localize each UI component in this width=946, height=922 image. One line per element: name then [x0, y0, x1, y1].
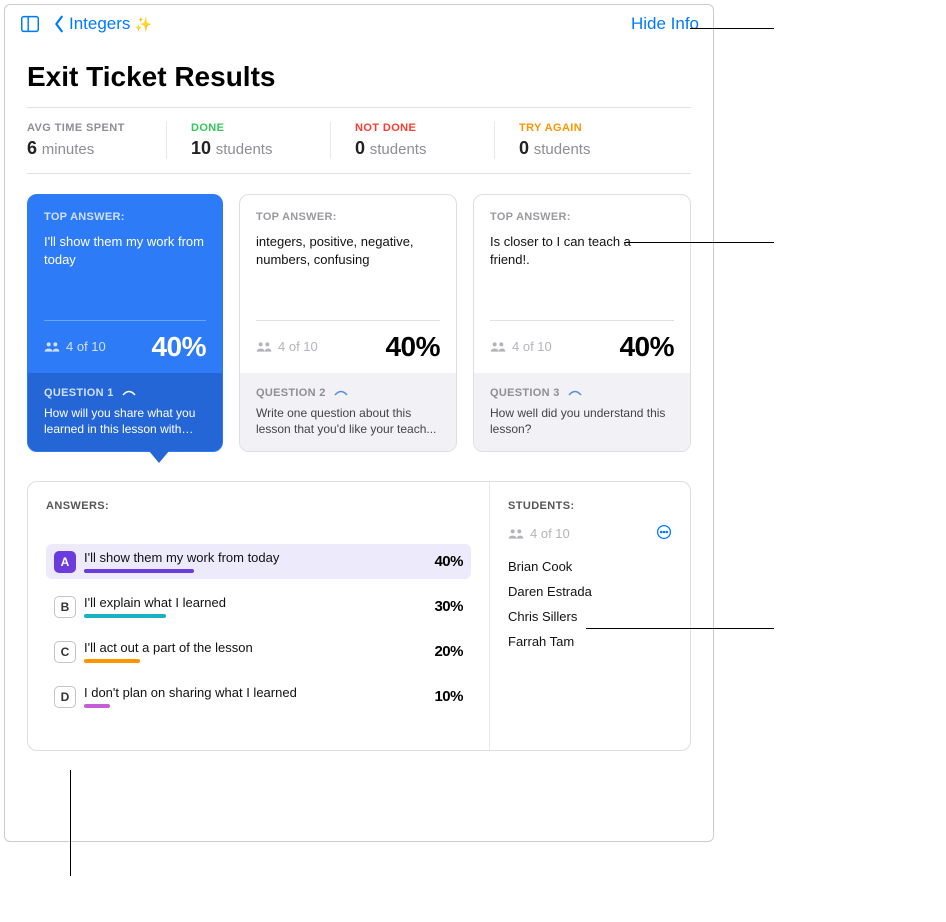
- people-icon: [508, 528, 524, 540]
- option-bar: [84, 614, 166, 618]
- collapse-arc-icon: [568, 390, 582, 396]
- option-pct: 40%: [434, 553, 463, 570]
- back-button[interactable]: Integers ✨: [53, 14, 152, 34]
- question-text: Write one question about this lesson tha…: [256, 405, 440, 437]
- question-label: QUESTION 2: [256, 387, 326, 399]
- question-card-wrapper: TOP ANSWER: I'll show them my work from …: [27, 194, 223, 463]
- student-row[interactable]: Brian Cook: [508, 559, 672, 574]
- count-text: 4 of 10: [278, 339, 318, 354]
- metric-label: TRY AGAIN: [519, 122, 635, 134]
- option-bar: [84, 704, 110, 708]
- option-label: I'll show them my work from today: [84, 550, 426, 565]
- details-panel: ANSWERS: A I'll show them my work from t…: [27, 481, 691, 751]
- option-badge: B: [54, 596, 76, 618]
- count-text: 4 of 10: [530, 526, 570, 541]
- percentage: 40%: [619, 331, 674, 363]
- students-header: STUDENTS:: [508, 500, 672, 512]
- option-bar: [84, 659, 140, 663]
- annotation-line: [690, 28, 774, 29]
- student-row[interactable]: Farrah Tam: [508, 634, 672, 649]
- hide-info-button[interactable]: Hide Info: [631, 14, 699, 34]
- option-badge: D: [54, 686, 76, 708]
- student-row[interactable]: Chris Sillers: [508, 609, 672, 624]
- count-text: 4 of 10: [66, 339, 106, 354]
- nav-left: Integers ✨: [19, 13, 152, 35]
- metric-not-done: NOT DONE 0 students: [355, 122, 495, 159]
- percentage: 40%: [385, 331, 440, 363]
- count-text: 4 of 10: [512, 339, 552, 354]
- sidebar-toggle-icon[interactable]: [19, 13, 41, 35]
- collapse-arc-icon: [334, 390, 348, 396]
- top-answer-text: Is closer to I can teach a friend!.: [490, 233, 674, 268]
- metric-label: AVG TIME SPENT: [27, 122, 142, 134]
- top-answer-text: integers, positive, negative, numbers, c…: [256, 233, 440, 268]
- option-label: I'll explain what I learned: [84, 595, 426, 610]
- metric-unit: students: [216, 141, 273, 158]
- answer-options-list: A I'll show them my work from today 40% …: [46, 544, 471, 714]
- metric-value: 0: [355, 138, 365, 158]
- top-answer-label: TOP ANSWER:: [490, 211, 674, 223]
- metric-avg-time: AVG TIME SPENT 6 minutes: [27, 122, 167, 159]
- option-pct: 30%: [434, 598, 463, 615]
- student-count: 4 of 10: [508, 526, 570, 541]
- option-label: I'll act out a part of the lesson: [84, 640, 426, 655]
- metric-done: DONE 10 students: [191, 122, 331, 159]
- option-label: I don't plan on sharing what I learned: [84, 685, 426, 700]
- question-label: QUESTION 1: [44, 387, 114, 399]
- metric-unit: students: [534, 141, 591, 158]
- page-title: Exit Ticket Results: [5, 43, 713, 107]
- question-text: How will you share what you learned in t…: [44, 405, 206, 437]
- option-bar: [84, 569, 194, 573]
- question-label: QUESTION 3: [490, 387, 560, 399]
- metric-try-again: TRY AGAIN 0 students: [519, 122, 659, 159]
- nav-bar: Integers ✨ Hide Info: [5, 5, 713, 43]
- metric-value: 6: [27, 138, 37, 158]
- people-icon: [256, 341, 272, 353]
- answer-option-d[interactable]: D I don't plan on sharing what I learned…: [46, 679, 471, 714]
- students-column: STUDENTS: 4 of 10 Brian Cook Daren Estra…: [490, 482, 690, 750]
- answer-option-b[interactable]: B I'll explain what I learned 30%: [46, 589, 471, 624]
- metric-value: 0: [519, 138, 529, 158]
- question-cards-row: TOP ANSWER: I'll show them my work from …: [5, 174, 713, 463]
- option-pct: 10%: [434, 688, 463, 705]
- metric-unit: minutes: [42, 141, 95, 158]
- top-answer-text: I'll show them my work from today: [44, 233, 206, 268]
- sparkle-icon: ✨: [134, 16, 151, 33]
- callout-pointer-icon: [149, 451, 169, 463]
- option-badge: A: [54, 551, 76, 573]
- question-card-2[interactable]: TOP ANSWER: integers, positive, negative…: [239, 194, 457, 452]
- answers-header: ANSWERS:: [46, 500, 471, 512]
- metric-label: NOT DONE: [355, 122, 470, 134]
- people-icon: [44, 341, 60, 353]
- answer-option-a[interactable]: A I'll show them my work from today 40%: [46, 544, 471, 579]
- message-icon[interactable]: [656, 524, 672, 543]
- top-answer-label: TOP ANSWER:: [44, 211, 206, 223]
- people-icon: [490, 341, 506, 353]
- annotation-line: [624, 242, 774, 243]
- option-badge: C: [54, 641, 76, 663]
- annotation-line: [586, 628, 774, 629]
- app-frame: Integers ✨ Hide Info Exit Ticket Results…: [4, 4, 714, 842]
- metric-value: 10: [191, 138, 211, 158]
- metrics-row: AVG TIME SPENT 6 minutes DONE 10 student…: [5, 108, 713, 173]
- metric-unit: students: [370, 141, 427, 158]
- annotation-line: [70, 770, 71, 876]
- back-label: Integers: [69, 14, 130, 34]
- answers-column: ANSWERS: A I'll show them my work from t…: [28, 482, 490, 750]
- question-card-1[interactable]: TOP ANSWER: I'll show them my work from …: [27, 194, 223, 452]
- answer-count: 4 of 10: [44, 339, 106, 354]
- collapse-arc-icon: [122, 390, 136, 396]
- student-list: Brian Cook Daren Estrada Chris Sillers F…: [508, 559, 672, 649]
- question-card-3[interactable]: TOP ANSWER: Is closer to I can teach a f…: [473, 194, 691, 452]
- student-row[interactable]: Daren Estrada: [508, 584, 672, 599]
- option-pct: 20%: [434, 643, 463, 660]
- question-text: How well did you understand this lesson?: [490, 405, 674, 437]
- metric-label: DONE: [191, 122, 306, 134]
- top-answer-label: TOP ANSWER:: [256, 211, 440, 223]
- answer-option-c[interactable]: C I'll act out a part of the lesson 20%: [46, 634, 471, 669]
- percentage: 40%: [151, 331, 206, 363]
